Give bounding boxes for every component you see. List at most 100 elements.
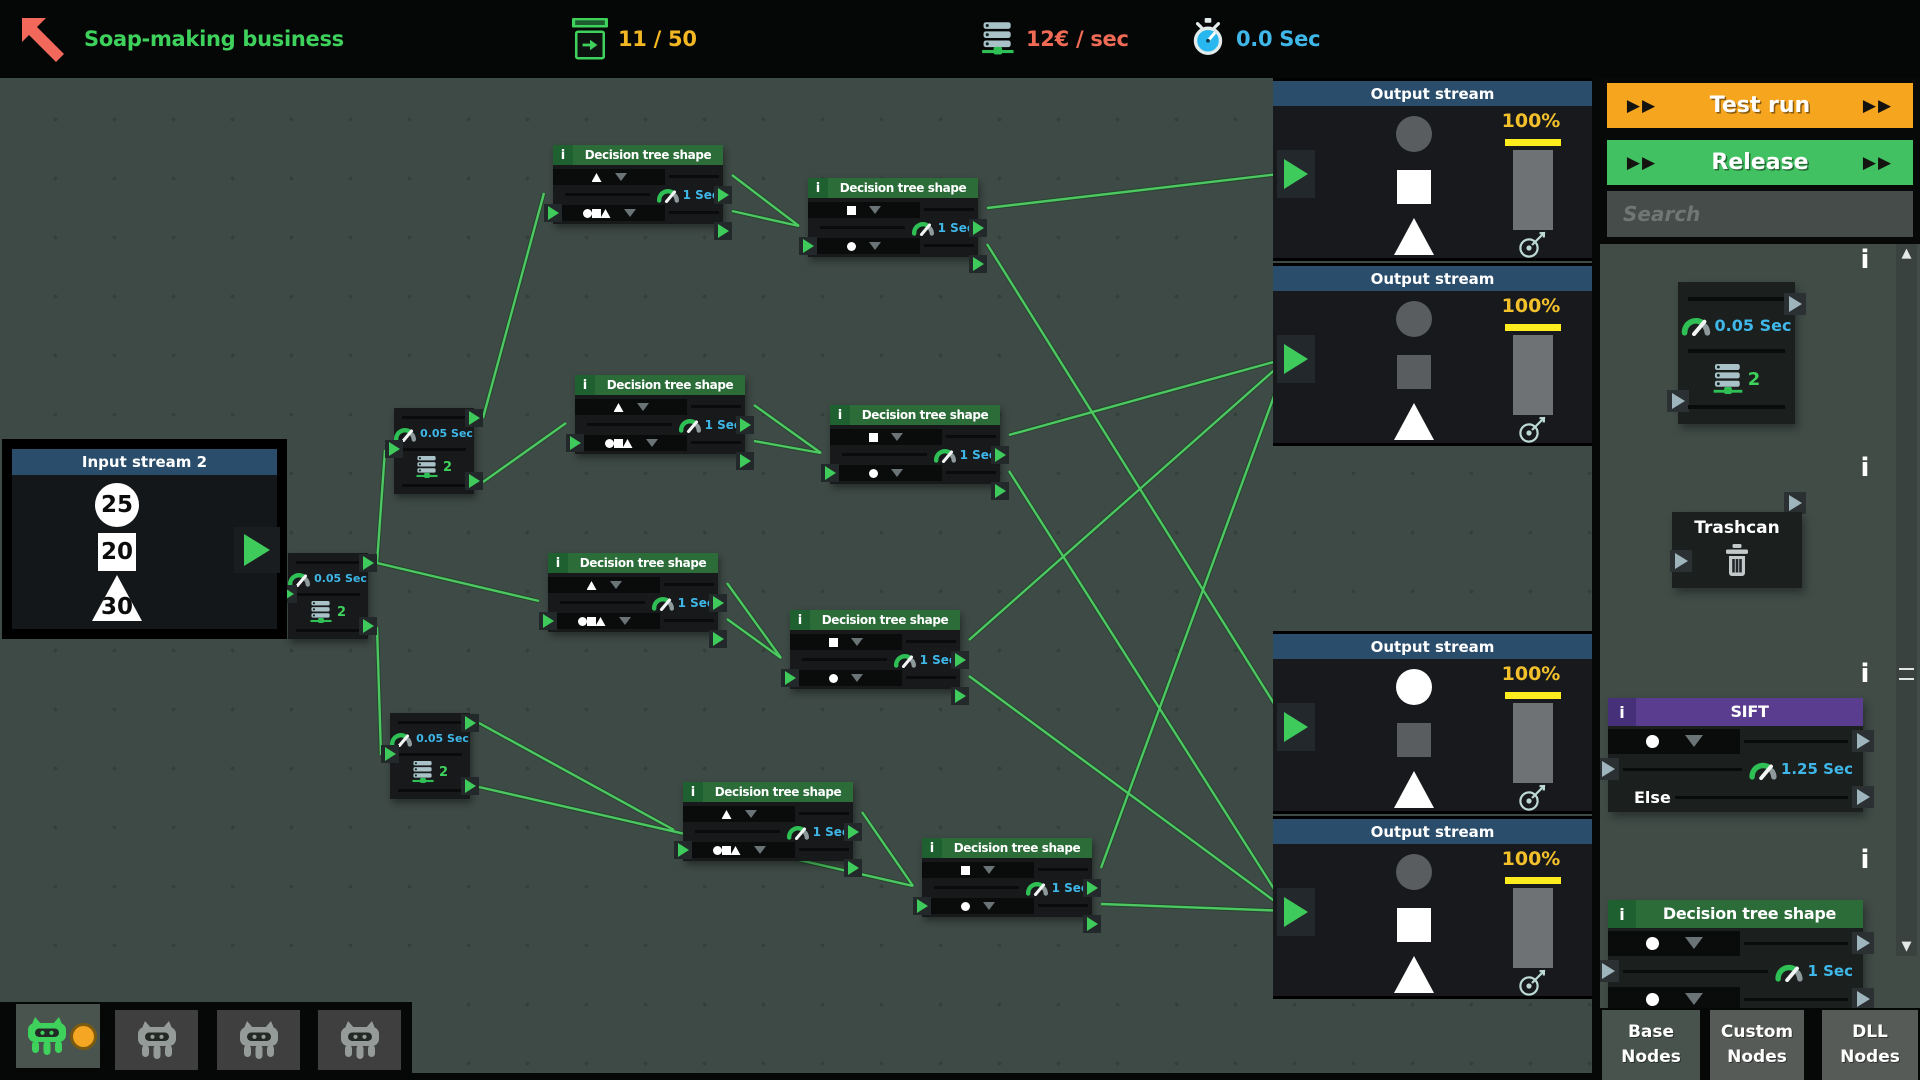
shape-selector[interactable] (790, 670, 902, 686)
output-port[interactable] (969, 219, 987, 237)
accelerator-node[interactable]: 0.05 Sec 2 (394, 408, 474, 494)
input-port[interactable] (1670, 550, 1692, 572)
output-port[interactable] (1852, 988, 1874, 1008)
tab-dll-nodes[interactable]: DLLNodes (1822, 1010, 1918, 1080)
accelerator-node[interactable]: 0.05 Sec 2 (288, 553, 368, 639)
info-icon[interactable]: i (1852, 659, 1878, 689)
shape-selector[interactable] (683, 806, 795, 822)
output-port[interactable] (714, 186, 732, 204)
shape-selector[interactable] (1608, 987, 1740, 1009)
output-port[interactable] (736, 452, 754, 470)
output-stream-input-port[interactable] (1277, 150, 1315, 198)
server-cat-slot[interactable] (318, 1010, 401, 1070)
tab-base-nodes[interactable]: BaseNodes (1602, 1010, 1700, 1080)
shape-selector[interactable] (1608, 931, 1740, 956)
info-icon[interactable]: i (1852, 453, 1878, 483)
output-port[interactable] (714, 222, 732, 240)
shape-selector[interactable] (808, 238, 920, 254)
decision-tree-node[interactable]: iDecision tree shape 1 Sec (830, 405, 1000, 484)
back-button[interactable] (20, 16, 66, 62)
input-port[interactable] (381, 745, 399, 763)
input-port[interactable] (539, 612, 557, 630)
shape-selector[interactable] (922, 862, 1034, 878)
shape-selector[interactable] (922, 898, 1034, 914)
decision-tree-node[interactable]: iDecision tree shape 1 Sec (683, 782, 853, 861)
decision-tree-node[interactable]: iDecision tree shape 1 Sec (808, 178, 978, 257)
info-icon[interactable]: i (1608, 698, 1636, 726)
output-port[interactable] (359, 554, 377, 572)
info-icon[interactable]: i (1852, 845, 1878, 875)
output-port[interactable] (736, 416, 754, 434)
shape-selector[interactable] (548, 577, 660, 593)
output-port[interactable] (991, 482, 1009, 500)
output-port[interactable] (461, 777, 479, 795)
sidebar-scrollbar[interactable]: ▲ ▼ (1896, 244, 1917, 956)
output-stream-input-port[interactable] (1277, 703, 1315, 751)
output-port[interactable] (991, 446, 1009, 464)
input-port[interactable] (1600, 960, 1619, 982)
input-port[interactable] (566, 434, 584, 452)
info-icon[interactable]: i (553, 145, 573, 165)
output-port[interactable] (1852, 786, 1874, 808)
shape-selector[interactable] (548, 613, 660, 629)
decision-tree-node[interactable]: iDecision tree shape 1 Sec (553, 145, 723, 224)
output-port[interactable] (1784, 492, 1806, 514)
shape-selector[interactable] (575, 399, 687, 415)
decision-tree-node[interactable]: iDecision tree shape 1 Sec (922, 838, 1092, 917)
input-port[interactable] (674, 841, 692, 859)
output-port[interactable] (709, 594, 727, 612)
output-port[interactable] (844, 859, 862, 877)
shape-selector[interactable] (575, 435, 687, 451)
scroll-up-icon[interactable]: ▲ (1896, 246, 1917, 261)
output-port[interactable] (465, 409, 483, 427)
info-icon[interactable]: i (922, 838, 942, 858)
decision-tree-node[interactable]: iDecision tree shape 1 Sec (575, 375, 745, 454)
library-node-sift[interactable]: iSIFT 1.25 Sec Else (1608, 698, 1863, 812)
test-run-button[interactable]: ▶▶ Test run ▶▶ (1607, 83, 1913, 128)
search-input[interactable] (1607, 191, 1913, 237)
output-port[interactable] (359, 617, 377, 635)
input-port[interactable] (279, 585, 297, 603)
shape-selector[interactable] (830, 429, 942, 445)
output-port[interactable] (461, 714, 479, 732)
input-port[interactable] (821, 464, 839, 482)
library-node-trashcan[interactable]: Trashcan (1672, 512, 1802, 588)
info-icon[interactable]: i (808, 178, 828, 198)
output-port[interactable] (951, 651, 969, 669)
output-port[interactable] (709, 630, 727, 648)
input-port[interactable] (913, 897, 931, 915)
output-port[interactable] (1852, 730, 1874, 752)
node-graph-canvas[interactable]: Input stream 2 25 20 30 Output stream 10… (0, 78, 1600, 1080)
output-port[interactable] (844, 823, 862, 841)
tab-custom-nodes[interactable]: CustomNodes (1710, 1010, 1804, 1080)
output-port[interactable] (1083, 879, 1101, 897)
output-stream-input-port[interactable] (1277, 888, 1315, 936)
release-button[interactable]: ▶▶ Release ▶▶ (1607, 140, 1913, 185)
shape-selector[interactable] (553, 205, 665, 221)
shape-selector[interactable] (683, 842, 795, 858)
info-icon[interactable]: i (548, 553, 568, 573)
output-port[interactable] (969, 255, 987, 273)
scroll-down-icon[interactable]: ▼ (1896, 939, 1917, 954)
output-port[interactable] (1852, 932, 1874, 954)
output-port[interactable] (465, 472, 483, 490)
shape-selector[interactable] (830, 465, 942, 481)
accelerator-node[interactable]: 0.05 Sec 2 (390, 713, 470, 799)
input-port[interactable] (799, 237, 817, 255)
decision-tree-node[interactable]: iDecision tree shape 1 Sec (548, 553, 718, 632)
library-node-accelerator[interactable]: 0.05 Sec 2 (1678, 282, 1795, 424)
decision-tree-node[interactable]: iDecision tree shape 1 Sec (790, 610, 960, 689)
info-icon[interactable]: i (1608, 900, 1636, 928)
input-port[interactable] (385, 440, 403, 458)
input-port[interactable] (781, 669, 799, 687)
input-port[interactable] (544, 204, 562, 222)
info-icon[interactable]: i (575, 375, 595, 395)
output-stream-input-port[interactable] (1277, 335, 1315, 383)
info-icon[interactable]: i (683, 782, 703, 802)
output-port[interactable] (1083, 915, 1101, 933)
info-icon[interactable]: i (790, 610, 810, 630)
shape-selector[interactable] (553, 169, 665, 185)
input-stream-output-port[interactable] (234, 527, 280, 573)
server-cat-slot[interactable] (16, 1004, 100, 1068)
info-icon[interactable]: i (1852, 245, 1878, 275)
